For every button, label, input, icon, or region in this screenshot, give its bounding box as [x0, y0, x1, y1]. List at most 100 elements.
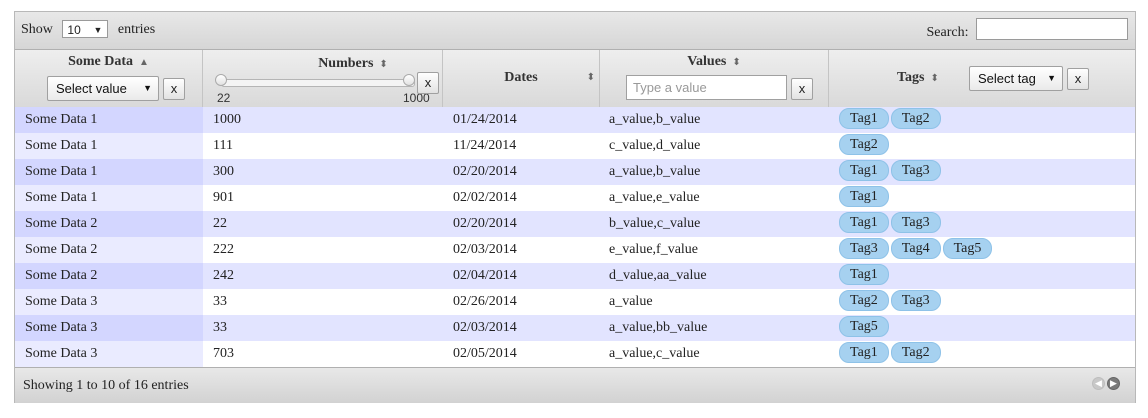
cell-values: a_value,bb_value [609, 320, 708, 335]
cell-tags: Tag1 [829, 185, 1135, 211]
cell-number: 703 [213, 346, 234, 361]
table-row[interactable]: Some Data 1 300 02/20/2014 a_value,b_val… [15, 159, 1135, 185]
cell-tags: Tag2 Tag3 [829, 289, 1135, 315]
cell-some-data: Some Data 2 [15, 237, 203, 263]
cell-tags: Tag1 Tag2 [829, 107, 1135, 133]
cell-some-data: Some Data 2 [15, 211, 203, 237]
table-toolbar: Show 10 ▼ entries Search: [15, 12, 1135, 50]
cell-some-data: Some Data 1 [15, 107, 203, 133]
arrow-left-circle-icon[interactable]: ◀ [1092, 377, 1105, 390]
cell-values: c_value,d_value [609, 138, 701, 153]
table-row[interactable]: Some Data 1 111 11/24/2014 c_value,d_val… [15, 133, 1135, 159]
datatable-wrapper: Show 10 ▼ entries Search: Some Data ▲ Sel… [14, 11, 1136, 403]
cell-date: 02/04/2014 [453, 268, 517, 283]
tag-badge[interactable]: Tag3 [890, 212, 941, 234]
cell-tags: Tag2 [829, 133, 1135, 159]
range-min-value: 22 [217, 91, 231, 105]
tag-badge[interactable]: Tag5 [839, 316, 889, 338]
numbers-clear-button[interactable]: x [417, 72, 439, 94]
column-header-dates[interactable]: Dates ⬍ [443, 50, 600, 107]
cell-values: e_value,f_value [609, 242, 699, 257]
tag-badge[interactable]: Tag4 [890, 238, 941, 260]
table-row[interactable]: Some Data 1 901 02/02/2014 a_value,e_val… [15, 185, 1135, 211]
page-length-select[interactable]: 10 ▼ [62, 20, 109, 38]
tag-badge[interactable]: Tag1 [839, 186, 889, 208]
table-row[interactable]: Some Data 2 242 02/04/2014 d_value,aa_va… [15, 263, 1135, 289]
column-title: Tags [897, 70, 925, 85]
cell-tags: Tag1 Tag2 [829, 341, 1135, 367]
values-clear-button[interactable]: x [791, 78, 813, 100]
cell-number: 300 [213, 164, 234, 179]
cell-date: 02/20/2014 [453, 216, 517, 231]
column-title: Some Data [68, 54, 134, 69]
triangle-down-icon: ▼ [143, 83, 152, 93]
tag-badge[interactable]: Tag5 [942, 238, 993, 260]
table-row[interactable]: Some Data 1 1000 01/24/2014 a_value,b_va… [15, 107, 1135, 133]
cell-date: 02/05/2014 [453, 346, 517, 361]
cell-values: a_value,c_value [609, 346, 700, 361]
arrow-right-circle-icon[interactable]: ▶ [1107, 377, 1120, 390]
tags-clear-button[interactable]: x [1067, 68, 1089, 90]
tag-badge[interactable]: Tag3 [839, 238, 889, 260]
numbers-range-slider[interactable] [221, 79, 415, 87]
some-data-filter-select[interactable]: Select value ▼ [47, 76, 159, 101]
tag-badge[interactable]: Tag1 [839, 342, 889, 364]
triangle-down-icon: ▼ [93, 25, 103, 35]
cell-values: d_value,aa_value [609, 268, 707, 283]
caret-up-icon: ▲ [139, 57, 149, 68]
search-input[interactable] [976, 18, 1128, 40]
cell-number: 33 [213, 294, 227, 309]
entries-label: entries [117, 22, 156, 38]
column-header-numbers[interactable]: Numbers ⬍ 22 1000 x [203, 50, 443, 107]
length-control: Show 10 ▼ entries [21, 20, 156, 39]
cell-tags: Tag1 Tag3 [829, 159, 1135, 185]
cell-some-data: Some Data 1 [15, 159, 203, 185]
table-row[interactable]: Some Data 3 703 02/05/2014 a_value,c_val… [15, 341, 1135, 367]
select-placeholder: Select tag [978, 71, 1036, 86]
cell-date: 02/03/2014 [453, 242, 517, 257]
cell-number: 111 [213, 138, 233, 153]
table-row[interactable]: Some Data 2 22 02/20/2014 b_value,c_valu… [15, 211, 1135, 237]
tag-badge[interactable]: Tag1 [839, 160, 889, 182]
column-title: Dates [504, 70, 538, 85]
sort-icon: ⬍ [586, 72, 595, 83]
cell-tags: Tag5 [829, 315, 1135, 341]
tag-badge[interactable]: Tag3 [890, 290, 941, 312]
table-info: Showing 1 to 10 of 16 entries [23, 378, 189, 393]
range-max-handle[interactable] [403, 74, 415, 86]
values-filter-input[interactable]: Type a value [626, 75, 787, 100]
column-header-tags[interactable]: Tags ⬍ Select tag ▼ x [829, 50, 1135, 107]
tag-badge[interactable]: Tag2 [839, 134, 889, 156]
show-label: Show [21, 22, 53, 38]
tag-badge[interactable]: Tag1 [839, 264, 889, 286]
table-row[interactable]: Some Data 2 222 02/03/2014 e_value,f_val… [15, 237, 1135, 263]
cell-some-data: Some Data 3 [15, 289, 203, 315]
table-row[interactable]: Some Data 3 33 02/26/2014 a_value Tag2 Ta… [15, 289, 1135, 315]
cell-number: 1000 [213, 112, 241, 127]
cell-values: a_value,e_value [609, 190, 700, 205]
range-min-handle[interactable] [215, 74, 227, 86]
triangle-down-icon: ▼ [1047, 73, 1056, 83]
cell-number: 242 [213, 268, 234, 283]
column-header-some-data[interactable]: Some Data ▲ Select value ▼ x [15, 50, 203, 107]
cell-number: 33 [213, 320, 227, 335]
tags-filter-select[interactable]: Select tag ▼ [969, 66, 1063, 91]
table-header: Some Data ▲ Select value ▼ x Numbers ⬍ 22 … [15, 50, 1135, 109]
tag-badge[interactable]: Tag2 [890, 108, 941, 130]
table-footer: Showing 1 to 10 of 16 entries ◀ ▶ [15, 367, 1135, 403]
cell-date: 02/20/2014 [453, 164, 517, 179]
cell-some-data: Some Data 1 [15, 133, 203, 159]
cell-number: 901 [213, 190, 234, 205]
search-label: Search: [926, 25, 969, 40]
tag-badge[interactable]: Tag1 [839, 108, 889, 130]
tag-badge[interactable]: Tag2 [839, 290, 889, 312]
some-data-clear-button[interactable]: x [163, 78, 185, 100]
cell-date: 11/24/2014 [453, 138, 517, 153]
column-header-values[interactable]: Values ⬍ Type a value x [600, 50, 829, 107]
sort-icon: ⬍ [930, 73, 939, 84]
table-row[interactable]: Some Data 3 33 02/03/2014 a_value,bb_val… [15, 315, 1135, 341]
cell-tags: Tag1 [829, 263, 1135, 289]
tag-badge[interactable]: Tag3 [890, 160, 941, 182]
tag-badge[interactable]: Tag2 [890, 342, 941, 364]
tag-badge[interactable]: Tag1 [839, 212, 889, 234]
